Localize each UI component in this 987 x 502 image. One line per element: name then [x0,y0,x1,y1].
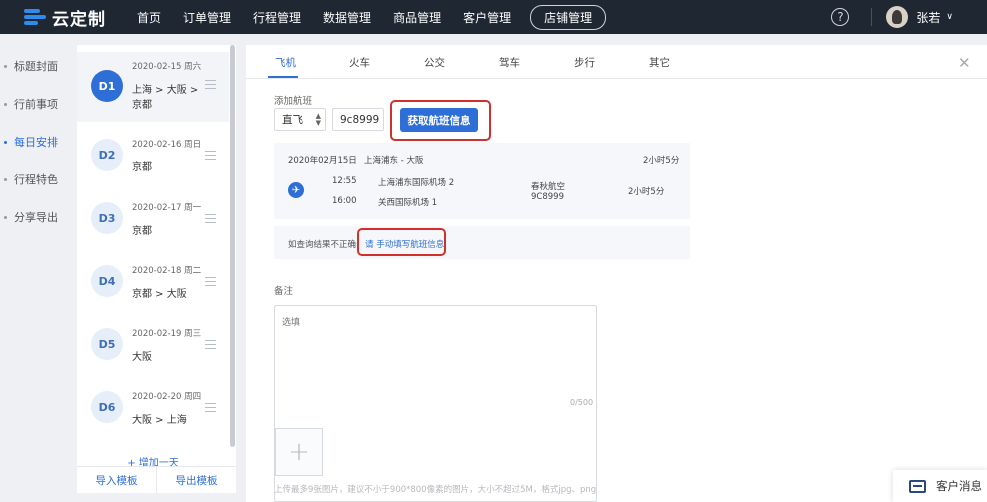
flight-date: 2020年02月15日 [288,156,357,166]
char-count: 0/500 [570,398,594,407]
active-tab-indicator [268,76,298,78]
upload-image-button[interactable]: + [275,428,323,476]
tab-drive[interactable]: 驾车 [499,55,520,70]
arrive-time: 16:00 [332,196,357,206]
plane-icon: ✈ [288,182,304,198]
export-template-button[interactable]: 导出模板 [157,467,236,493]
get-flight-info-button[interactable]: 获取航班信息 [400,108,478,132]
nav-products[interactable]: 商品管理 [393,9,441,26]
day-item-d3[interactable]: D3 2020-02-17 周一 京都 [77,187,229,249]
nav-store-button[interactable]: 店铺管理 [530,4,607,30]
menu-item-daily[interactable]: 每日安排 [0,132,65,152]
nav-itinerary[interactable]: 行程管理 [253,9,301,26]
drag-handle-icon[interactable] [205,214,216,226]
customer-message-label: 客户消息 [936,479,982,493]
depart-airport: 上海浦东国际机场 2 [378,178,455,188]
logo[interactable]: 云定制 [24,5,114,30]
drag-handle-icon[interactable] [205,277,216,289]
nav-home[interactable]: 首页 [137,9,161,26]
day-date: 2020-02-18 周二 [132,266,202,276]
day-item-d4[interactable]: D4 2020-02-18 周二 京都 > 大阪 [77,250,229,312]
username[interactable]: 张若 [916,9,940,26]
notes-label: 备注 [274,286,294,297]
avatar[interactable] [886,6,909,28]
nav-customers[interactable]: 客户管理 [463,9,511,26]
day-item-d5[interactable]: D5 2020-02-19 周三 大阪 [77,313,229,375]
flight-route: 上海浦东 - 大阪 [364,156,424,166]
menu-item-cover[interactable]: 标题封面 [0,56,65,76]
day-date: 2020-02-19 周三 [132,329,202,339]
airline: 春秋航空 [531,182,566,192]
notes-placeholder: 选填 [282,318,301,328]
day-list-panel: D1 2020-02-15 周六 上海 > 大阪 > 京都 D2 2020-02… [77,45,236,493]
day-badge: D1 [91,70,123,102]
nav-data[interactable]: 数据管理 [323,9,371,26]
customer-message-widget[interactable]: 客户消息 [893,470,987,502]
user-area: ? 张若 ∨ [831,0,953,34]
drag-handle-icon[interactable] [205,151,216,163]
flight-code: 9C8999 [531,192,564,202]
day-route: 京都 [132,162,152,173]
menu-item-pretrip[interactable]: 行前事项 [0,94,65,114]
chat-icon [909,479,926,493]
close-icon[interactable]: ✕ [958,54,971,72]
tab-other[interactable]: 其它 [649,55,670,70]
transport-panel: 飞机 火车 公交 驾车 步行 其它 ✕ 添加航班 直飞 ▲▼ 获取航班信息 20… [246,45,987,502]
logo-icon [24,7,46,27]
tab-plane[interactable]: 飞机 [275,55,296,70]
day-route: 大阪 [132,352,152,363]
chevron-down-icon[interactable]: ∨ [946,12,953,22]
help-icon[interactable]: ? [831,8,850,26]
day-badge: D5 [91,328,123,360]
flight-type-select[interactable]: 直飞 ▲ ▼ [274,108,326,131]
tab-train[interactable]: 火车 [349,55,370,70]
divider [871,8,873,26]
manual-entry-hint: 如查询结果不正确 请 手动填写航班信息 [274,226,690,259]
main-nav: 首页 订单管理 行程管理 数据管理 商品管理 客户管理 店铺管理 [126,4,617,30]
add-flight-label: 添加航班 [274,96,313,107]
highlight-annotation [357,228,446,256]
flight-result-card[interactable]: 2020年02月15日 上海浦东 - 大阪 2小时5分 ✈ 12:55 上海浦东… [274,143,690,219]
menu-item-features[interactable]: 行程特色 [0,169,65,189]
day-item-d6[interactable]: D6 2020-02-20 周四 大阪 > 上海 [77,376,229,438]
drag-handle-icon[interactable] [205,80,216,92]
depart-time: 12:55 [332,176,357,186]
logo-text: 云定制 [52,9,106,30]
drag-handle-icon[interactable] [205,340,216,352]
day-route: 京都 [132,226,152,237]
plus-icon: + [288,437,310,467]
day-route: 京都 [132,100,152,111]
top-nav: 云定制 首页 订单管理 行程管理 数据管理 商品管理 客户管理 店铺管理 ? 张… [0,0,987,34]
day-route: 京都 > 大阪 [132,289,187,300]
day-date: 2020-02-20 周四 [132,392,202,402]
scrollbar[interactable] [230,45,235,447]
menu-item-share[interactable]: 分享导出 [0,207,65,227]
flight-duration: 2小时5分 [628,187,665,197]
template-actions: 导入模板 导出模板 [77,466,236,493]
arrive-airport: 关西国际机场 1 [378,198,438,208]
tab-walk[interactable]: 步行 [574,55,595,70]
stepper-arrows-icon: ▲ ▼ [315,112,321,127]
hint-text: 如查询结果不正确 [288,240,357,250]
day-item-d2[interactable]: D2 2020-02-16 周日 京都 [77,124,229,186]
tab-bus[interactable]: 公交 [424,55,445,70]
day-badge: D2 [91,139,123,171]
day-badge: D4 [91,265,123,297]
transport-tabs: 飞机 火车 公交 驾车 步行 其它 ✕ [246,45,987,79]
day-date: 2020-02-16 周日 [132,140,202,150]
flight-number-input[interactable] [332,108,384,131]
day-badge: D6 [91,391,123,423]
nav-orders[interactable]: 订单管理 [183,9,231,26]
section-menu: 标题封面 行前事项 每日安排 行程特色 分享导出 [0,34,65,502]
day-badge: D3 [91,202,123,234]
day-date: 2020-02-17 周一 [132,203,202,213]
day-item-d1[interactable]: D1 2020-02-15 周六 上海 > 大阪 > 京都 [77,52,229,122]
day-date: 2020-02-15 周六 [132,62,202,72]
day-route: 大阪 > 上海 [132,415,187,426]
import-template-button[interactable]: 导入模板 [77,467,157,493]
flight-duration-top: 2小时5分 [643,156,680,166]
upload-tip: 上传最多9张图片，建议不小于900*800像素的图片，大小不超过5M，格式jpg… [274,485,597,495]
day-route: 上海 > 大阪 > [132,85,199,96]
drag-handle-icon[interactable] [205,403,216,415]
